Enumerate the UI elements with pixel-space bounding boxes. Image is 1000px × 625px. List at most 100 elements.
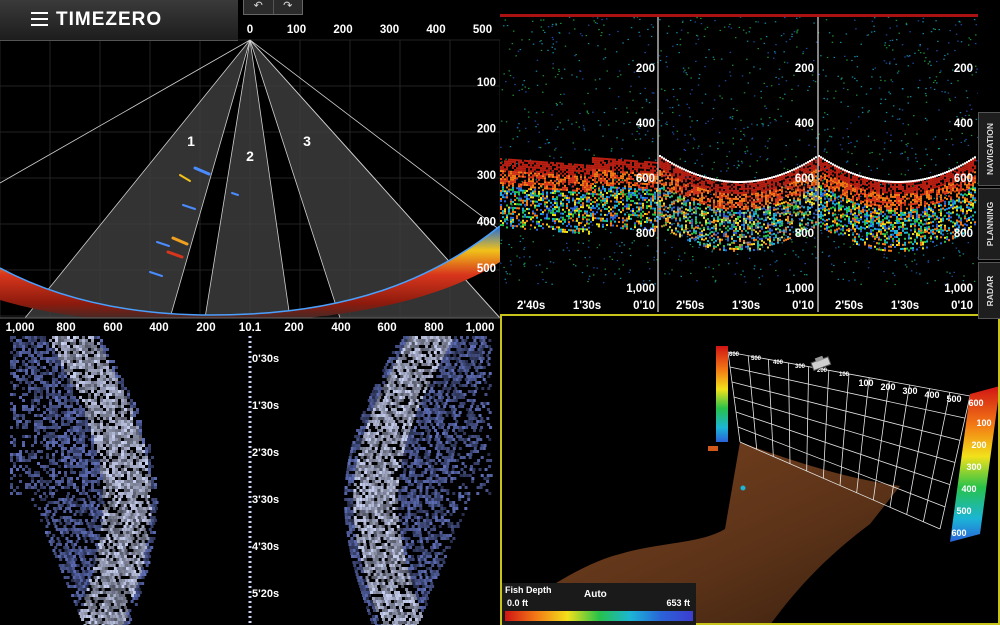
side-scan-pane[interactable]: 0'30s 1'30s 2'30s 3'30s 4'30s 5'20s [0,336,500,625]
echo-history-pane[interactable]: 200 400 600 800 1,000 200 400 600 800 1,000 200 400… [500,14,978,312]
fish-depth-max: 653 ft [666,598,690,608]
echo-time-tick: 1'30s [891,300,919,312]
tab-navigation[interactable]: NAVIGATION [978,112,1000,186]
fan-range-tick: 1,000 [466,322,495,334]
side-scan-time-tick: 0'30s [252,353,279,365]
tab-navigation-label: NAVIGATION [985,122,995,176]
side-scan-time-tick: 1'30s [252,400,279,412]
fish-depth-title: Fish Depth [505,585,552,595]
fan-range-tick: 400 [331,322,350,334]
echo-time-tick: 0'10 [951,300,973,312]
view-3d: 100 200 300 400 500 600 600 500 400 300 200 100 100… [500,314,1000,625]
side-scan-time-tick: 4'30s [252,541,279,553]
fish-depth-legend[interactable]: Fish Depth Auto 0.0 ft 653 ft [502,583,696,625]
view-3d-range-tick: 300 [902,386,917,396]
echo-depth-tick: 1,000 [944,283,973,295]
fan-range-tick: 800 [56,322,75,334]
view-3d-range-tick: 300 [795,364,806,370]
tab-radar-label: RADAR [985,275,995,306]
fan-top-tick: 400 [426,24,445,36]
undo-icon[interactable]: ↶ [244,0,274,14]
fan-top-tick: 200 [333,24,352,36]
echo-depth-tick: 400 [954,118,973,130]
echo-history-view: 200 400 600 800 1,000 200 400 600 800 1,000 200 400… [500,14,978,312]
fish-depth-min: 0.0 ft [507,598,529,608]
side-scan-view: 0'30s 1'30s 2'30s 3'30s 4'30s 5'20s [0,336,500,625]
echo-depth-tick: 800 [636,228,655,240]
echo-time-tick: 1'30s [732,300,760,312]
fan-range-tick: 600 [377,322,396,334]
fan-range-tick: 1,000 [6,322,35,334]
view-3d-depth-tick: 600 [951,528,966,538]
echo-depth-tick: 1,000 [785,283,814,295]
view-3d-range-tick: 500 [751,356,762,362]
view-3d-range-tick: 400 [773,360,784,366]
fan-top-tick: 0 [247,24,253,36]
fish-depth-mode[interactable]: Auto [584,589,607,600]
echo-time-tick: 2'40s [517,300,545,312]
echo-depth-tick: 200 [795,63,814,75]
beam-number: 3 [303,133,311,149]
app-title: TIMEZERO [56,9,163,30]
view-3d-range-tick: 100 [858,378,873,388]
side-scan-time-tick: 5'20s [252,588,279,600]
undo-redo-group: ↶ ↷ [243,0,303,15]
view-3d-depth-tick: 100 [976,418,991,428]
fan-range-tick: 400 [149,322,168,334]
depth-scale-left [716,346,728,442]
echo-depth-tick: 400 [795,118,814,130]
echo-time-tick: 1'30s [573,300,601,312]
tab-radar[interactable]: RADAR [978,262,1000,319]
view-3d-depth-tick: 200 [971,440,986,450]
sonar-fan-view: 0 100 200 300 400 500 100 200 300 400 500 1 2 3 1,0… [0,0,500,336]
fan-depth-tick: 300 [477,170,496,182]
fan-top-tick: 100 [287,24,306,36]
echo-depth-tick: 200 [636,63,655,75]
fan-depth-tick: 100 [477,77,496,89]
side-scan-time-tick: 3'30s [252,494,279,506]
fan-range-tick: 200 [284,322,303,334]
view-3d-depth-tick: 400 [961,484,976,494]
view-3d-range-tick: 600 [968,398,983,408]
echo-depth-tick: 800 [954,228,973,240]
echo-top-strip [500,14,978,17]
hamburger-menu-icon[interactable] [31,12,48,26]
view-3d-pane[interactable]: 100 200 300 400 500 600 600 500 400 300 200 100 100… [500,314,1000,625]
fan-top-tick: 500 [473,24,492,36]
beam-number: 1 [187,133,195,149]
tab-planning-label: PLANNING [985,201,995,247]
echo-time-tick: 0'10 [792,300,814,312]
side-scan-time-tick: 2'30s [252,447,279,459]
fan-depth-tick: 500 [477,263,496,275]
echo-depth-tick: 400 [636,118,655,130]
echo-time-tick: 0'10 [633,300,655,312]
view-3d-depth-tick: 300 [966,462,981,472]
view-3d-range-tick: 100 [839,372,850,378]
fan-range-tick: 600 [103,322,122,334]
echo-time-tick: 2'50s [676,300,704,312]
fan-range-tick: 10.1 [239,322,262,334]
fan-range-tick: 800 [424,322,443,334]
echo-depth-tick: 600 [954,173,973,185]
sonar-fan-pane[interactable]: 0 100 200 300 400 500 100 200 300 400 500 1 2 3 1,0… [0,0,500,336]
echo-time-tick: 2'50s [835,300,863,312]
view-3d-range-tick: 200 [880,382,895,392]
tab-planning[interactable]: PLANNING [978,188,1000,260]
redo-icon[interactable]: ↷ [274,0,303,14]
echo-depth-tick: 600 [636,173,655,185]
app-header: TIMEZERO [0,0,238,41]
echo-depth-tick: 800 [795,228,814,240]
view-3d-range-tick: 600 [729,352,740,358]
fan-depth-tick: 400 [477,217,496,229]
fan-range-tick: 200 [196,322,215,334]
view-3d-depth-tick: 500 [956,506,971,516]
fan-depth-tick: 200 [477,124,496,136]
view-3d-range-tick: 500 [946,394,961,404]
beam-number: 2 [246,148,254,164]
echo-depth-tick: 200 [954,63,973,75]
side-tabs: NAVIGATION PLANNING RADAR [978,112,1000,319]
fan-top-tick: 300 [380,24,399,36]
echo-depth-tick: 1,000 [626,283,655,295]
fish-depth-color-bar [505,611,693,621]
echo-depth-tick: 600 [795,173,814,185]
